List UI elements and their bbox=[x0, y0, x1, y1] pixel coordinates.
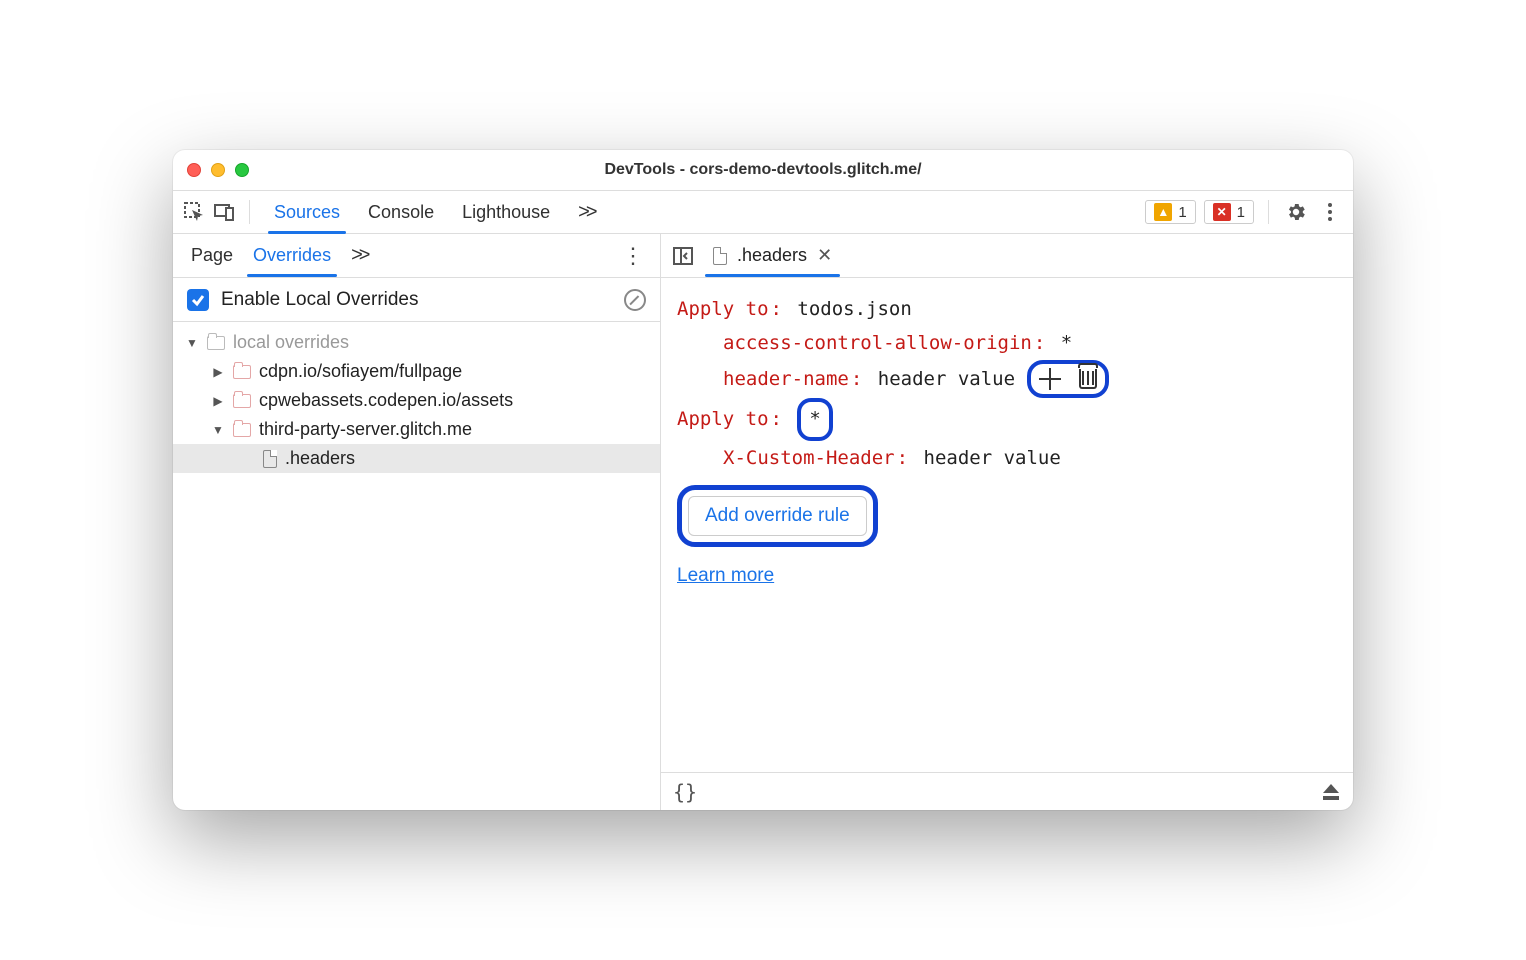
tree-folder-label: cdpn.io/sofiayem/fullpage bbox=[259, 361, 462, 382]
inspect-element-icon[interactable] bbox=[183, 201, 205, 223]
divider bbox=[249, 200, 250, 224]
header-row: access-control-allow-origin: * bbox=[677, 326, 1337, 360]
learn-more-link[interactable]: Learn more bbox=[677, 559, 774, 593]
chevron-down-icon: ▼ bbox=[185, 336, 199, 350]
warnings-count: 1 bbox=[1178, 204, 1186, 221]
errors-badge[interactable]: ✕ 1 bbox=[1204, 200, 1254, 224]
main-toolbar: Sources Console Lighthouse >> ▲ 1 ✕ 1 bbox=[173, 190, 1353, 234]
headers-editor: Apply to: todos.json access-control-allo… bbox=[661, 278, 1353, 772]
header-name[interactable]: X-Custom-Header bbox=[723, 441, 895, 475]
navigator-tabs: Page Overrides >> ⋮ bbox=[173, 234, 660, 278]
enable-overrides-row: Enable Local Overrides bbox=[173, 278, 660, 322]
enable-overrides-label: Enable Local Overrides bbox=[221, 289, 419, 311]
chevron-right-icon: ▶ bbox=[211, 394, 225, 408]
add-header-icon[interactable] bbox=[1039, 368, 1061, 390]
nav-more-tabs-icon[interactable]: >> bbox=[343, 236, 374, 275]
apply-to-row: Apply to: * bbox=[677, 398, 1337, 440]
apply-to-label: Apply to bbox=[677, 292, 769, 326]
enable-overrides-checkbox[interactable] bbox=[187, 289, 209, 311]
delete-header-icon[interactable] bbox=[1079, 369, 1097, 389]
file-icon bbox=[713, 247, 727, 265]
window-controls bbox=[187, 163, 249, 177]
file-icon bbox=[263, 450, 277, 468]
chevron-right-icon: ▶ bbox=[211, 365, 225, 379]
nav-tab-page[interactable]: Page bbox=[183, 237, 241, 274]
tree-file-selected[interactable]: .headers bbox=[173, 444, 660, 473]
tree-root[interactable]: ▼ local overrides bbox=[173, 328, 660, 357]
tree-file-label: .headers bbox=[285, 448, 355, 469]
close-tab-icon[interactable]: ✕ bbox=[817, 245, 832, 266]
tree-folder-label: cpwebassets.codepen.io/assets bbox=[259, 390, 513, 411]
clear-overrides-icon[interactable] bbox=[624, 289, 646, 311]
warnings-badge[interactable]: ▲ 1 bbox=[1145, 200, 1195, 224]
apply-to-value[interactable]: todos.json bbox=[797, 292, 911, 326]
editor-tab-label: .headers bbox=[737, 245, 807, 266]
apply-to-label: Apply to bbox=[677, 402, 769, 436]
add-override-rule-button[interactable]: Add override rule bbox=[688, 496, 867, 536]
folder-icon bbox=[233, 423, 251, 437]
more-tabs-icon[interactable]: >> bbox=[568, 193, 603, 232]
nav-more-menu-icon[interactable]: ⋮ bbox=[616, 243, 650, 269]
errors-count: 1 bbox=[1237, 204, 1245, 221]
editor-footer: {} bbox=[661, 772, 1353, 810]
tab-console[interactable]: Console bbox=[358, 194, 444, 231]
device-toolbar-icon[interactable] bbox=[213, 201, 235, 223]
add-rule-highlight: Add override rule bbox=[677, 485, 878, 547]
dock-icon[interactable] bbox=[1321, 784, 1341, 800]
header-name[interactable]: header-name bbox=[723, 362, 849, 396]
titlebar: DevTools - cors-demo-devtools.glitch.me/ bbox=[173, 150, 1353, 190]
window-title: DevTools - cors-demo-devtools.glitch.me/ bbox=[173, 161, 1353, 179]
divider bbox=[1268, 200, 1269, 224]
header-row: X-Custom-Header: header value bbox=[677, 441, 1337, 475]
close-window-button[interactable] bbox=[187, 163, 201, 177]
header-value[interactable]: header value bbox=[878, 362, 1015, 396]
tree-folder[interactable]: ▶ cpwebassets.codepen.io/assets bbox=[173, 386, 660, 415]
folder-icon bbox=[207, 336, 225, 350]
format-icon[interactable]: {} bbox=[673, 780, 697, 804]
editor-tab-headers[interactable]: .headers ✕ bbox=[709, 239, 836, 272]
minimize-window-button[interactable] bbox=[211, 163, 225, 177]
apply-to-value-highlight: * bbox=[797, 398, 832, 440]
folder-icon bbox=[233, 394, 251, 408]
tab-sources[interactable]: Sources bbox=[264, 194, 350, 231]
header-value[interactable]: header value bbox=[924, 441, 1061, 475]
warning-icon: ▲ bbox=[1154, 203, 1172, 221]
apply-to-value[interactable]: * bbox=[809, 402, 820, 436]
tree-folder-label: third-party-server.glitch.me bbox=[259, 419, 472, 440]
tree-folder[interactable]: ▶ cdpn.io/sofiayem/fullpage bbox=[173, 357, 660, 386]
collapse-sidebar-icon[interactable] bbox=[671, 244, 695, 268]
error-icon: ✕ bbox=[1213, 203, 1231, 221]
header-name[interactable]: access-control-allow-origin bbox=[723, 326, 1032, 360]
header-value[interactable]: * bbox=[1061, 326, 1072, 360]
tree-folder[interactable]: ▼ third-party-server.glitch.me bbox=[173, 415, 660, 444]
editor-tabs: .headers ✕ bbox=[661, 234, 1353, 278]
header-actions-highlight bbox=[1027, 360, 1109, 398]
header-row: header-name: header value bbox=[677, 360, 1337, 398]
file-tree: ▼ local overrides ▶ cdpn.io/sofiayem/ful… bbox=[173, 322, 660, 810]
maximize-window-button[interactable] bbox=[235, 163, 249, 177]
nav-tab-overrides[interactable]: Overrides bbox=[245, 237, 339, 274]
folder-icon bbox=[233, 365, 251, 379]
tab-lighthouse[interactable]: Lighthouse bbox=[452, 194, 560, 231]
apply-to-row: Apply to: todos.json bbox=[677, 292, 1337, 326]
navigator-panel: Page Overrides >> ⋮ Enable Local Overrid… bbox=[173, 234, 661, 810]
tree-root-label: local overrides bbox=[233, 332, 349, 353]
settings-icon[interactable] bbox=[1283, 199, 1309, 225]
panel-body: Page Overrides >> ⋮ Enable Local Overrid… bbox=[173, 234, 1353, 810]
editor-panel: .headers ✕ Apply to: todos.json access-c… bbox=[661, 234, 1353, 810]
chevron-down-icon: ▼ bbox=[211, 423, 225, 437]
devtools-window: DevTools - cors-demo-devtools.glitch.me/… bbox=[173, 150, 1353, 810]
more-menu-icon[interactable] bbox=[1317, 199, 1343, 225]
